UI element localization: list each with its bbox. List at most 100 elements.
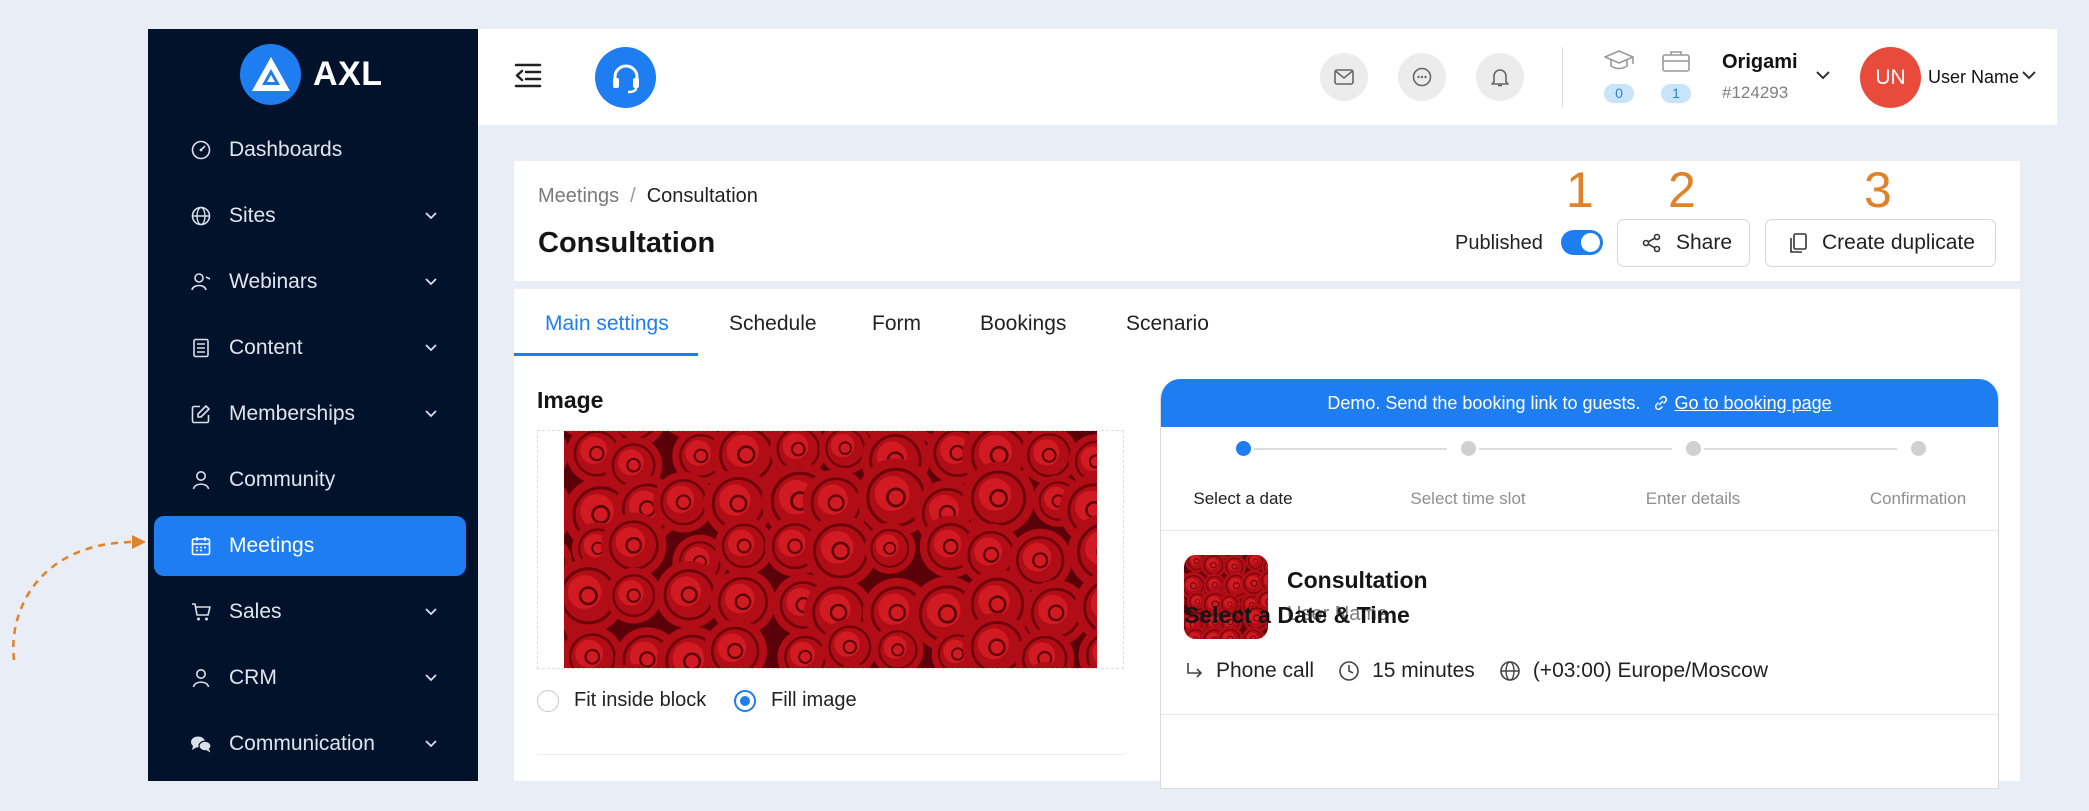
step-label-enter-details: Enter details xyxy=(1645,489,1741,508)
tab-main-settings[interactable]: Main settings xyxy=(545,312,669,336)
step-dot-1 xyxy=(1236,441,1251,456)
step-connector xyxy=(1479,448,1672,450)
collapse-menu-icon[interactable] xyxy=(514,63,542,94)
chevron-down-icon[interactable] xyxy=(422,602,440,620)
sidebar-item-memberships[interactable]: Memberships xyxy=(154,384,466,444)
sidebar: AXL Dashboards Sites Webinars Content Member… xyxy=(148,29,478,781)
sidebar-item-label: Community xyxy=(229,468,336,491)
sidebar-item-label: Dashboards xyxy=(229,138,343,161)
sidebar-item-label: Content xyxy=(229,336,303,359)
sidebar-item-label: Memberships xyxy=(229,402,356,425)
dashboard-icon xyxy=(190,139,212,161)
fit-inside-block-option[interactable]: Fit inside block xyxy=(537,689,706,712)
chevron-down-icon[interactable] xyxy=(422,338,440,356)
go-to-booking-page-link[interactable]: Go to booking page xyxy=(1675,393,1832,414)
sidebar-item-label: Webinars xyxy=(229,270,318,293)
chevron-down-icon[interactable] xyxy=(422,734,440,752)
annotation-marker-2: 2 xyxy=(1668,162,1696,218)
share-icon xyxy=(1642,233,1661,253)
link-icon xyxy=(1654,395,1667,411)
sidebar-item-sales[interactable]: Sales xyxy=(154,582,466,642)
tab-bar: Main settings Schedule Form Bookings Sce… xyxy=(514,289,1234,356)
edit-icon xyxy=(190,403,212,425)
courses-stat[interactable]: 0 xyxy=(1602,49,1636,103)
share-button[interactable]: Share xyxy=(1617,219,1750,267)
tab-form[interactable]: Form xyxy=(872,312,921,336)
courses-count-badge: 0 xyxy=(1604,84,1634,103)
sidebar-nav: Dashboards Sites Webinars Content Membership… xyxy=(154,120,466,780)
copy-icon xyxy=(1790,233,1807,253)
logo-icon xyxy=(240,44,301,105)
page-header: Meetings / Consultation Consultation 1 2 3… xyxy=(514,161,2020,281)
user-icon xyxy=(190,469,212,491)
tab-schedule[interactable]: Schedule xyxy=(729,312,817,336)
annotation-marker-3: 3 xyxy=(1864,162,1892,218)
fill-image-label: Fill image xyxy=(771,689,857,711)
active-tab-indicator xyxy=(514,353,698,356)
avatar[interactable]: UN xyxy=(1860,47,1921,108)
chevron-down-icon[interactable] xyxy=(1815,69,1831,81)
step-dot-2 xyxy=(1461,441,1476,456)
select-date-time-title: Select a Date & Time xyxy=(1184,602,1410,628)
sidebar-item-label: Sales xyxy=(229,600,282,623)
breadcrumb-meetings-link[interactable]: Meetings xyxy=(538,185,619,207)
logo[interactable]: AXL xyxy=(240,44,383,105)
sidebar-item-label: Meetings xyxy=(229,534,315,557)
sidebar-item-webinars[interactable]: Webinars xyxy=(154,252,466,312)
products-count-badge: 1 xyxy=(1661,84,1691,103)
book-icon xyxy=(190,337,212,359)
meeting-location: Phone call xyxy=(1216,659,1315,682)
tab-scenario[interactable]: Scenario xyxy=(1126,312,1209,336)
briefcase-icon xyxy=(1662,51,1690,72)
chat-icon[interactable] xyxy=(1398,53,1446,101)
step-label-confirmation: Confirmation xyxy=(1869,489,1967,508)
chevron-down-icon[interactable] xyxy=(422,668,440,686)
fill-image-option[interactable]: Fill image xyxy=(734,689,857,712)
step-dot-3 xyxy=(1686,441,1701,456)
meeting-details: Phone call 15 minutes (+03:00) Europe/Mo… xyxy=(1184,659,1792,683)
support-headset-icon[interactable] xyxy=(595,47,656,108)
topbar-divider xyxy=(1562,47,1563,107)
meeting-duration: 15 minutes xyxy=(1372,659,1475,682)
organization-name: Origami xyxy=(1722,51,1798,73)
chevron-down-icon[interactable] xyxy=(422,272,440,290)
chat-icon xyxy=(190,733,212,755)
logo-text: AXL xyxy=(313,55,383,93)
fit-inside-radio[interactable] xyxy=(537,689,559,712)
products-stat[interactable]: 1 xyxy=(1659,49,1693,103)
tab-bookings[interactable]: Bookings xyxy=(980,312,1066,336)
published-label: Published xyxy=(1455,232,1543,254)
sidebar-item-label: Sites xyxy=(229,204,276,227)
image-section-title: Image xyxy=(537,387,604,413)
sidebar-item-crm[interactable]: CRM xyxy=(154,648,466,708)
booking-preview: Demo. Send the booking link to guests. G… xyxy=(1160,379,1999,789)
sidebar-item-communication[interactable]: Communication xyxy=(154,714,466,774)
chevron-down-icon[interactable] xyxy=(2021,69,2037,81)
sidebar-item-content[interactable]: Content xyxy=(154,318,466,378)
step-connector xyxy=(1254,448,1447,450)
fill-image-radio[interactable] xyxy=(734,689,756,712)
create-duplicate-button[interactable]: Create duplicate xyxy=(1765,219,1996,267)
published-toggle[interactable] xyxy=(1561,230,1603,255)
organization-switcher[interactable]: Origami #124293 xyxy=(1722,51,1798,103)
sidebar-item-meetings[interactable]: Meetings xyxy=(154,516,466,576)
share-button-label: Share xyxy=(1676,231,1733,254)
organization-id: #124293 xyxy=(1722,83,1789,102)
top-bar: 0 1 Origami #124293 UN User Name xyxy=(478,29,2057,125)
chevron-down-icon[interactable] xyxy=(422,206,440,224)
clock-icon xyxy=(1338,660,1360,682)
image-upload-area[interactable] xyxy=(537,430,1124,669)
fit-inside-label: Fit inside block xyxy=(574,689,707,711)
step-connector xyxy=(1704,448,1897,450)
sidebar-item-dashboards[interactable]: Dashboards xyxy=(154,120,466,180)
bell-icon[interactable] xyxy=(1476,53,1524,101)
chevron-down-icon[interactable] xyxy=(422,404,440,422)
user-name[interactable]: User Name xyxy=(1928,67,2019,88)
mail-icon[interactable] xyxy=(1320,53,1368,101)
sidebar-item-label: CRM xyxy=(229,666,277,689)
demo-banner: Demo. Send the booking link to guests. G… xyxy=(1161,379,1998,427)
webinar-icon xyxy=(190,271,212,293)
sidebar-item-community[interactable]: Community xyxy=(154,450,466,510)
sidebar-item-sites[interactable]: Sites xyxy=(154,186,466,246)
globe-icon xyxy=(1499,660,1521,682)
